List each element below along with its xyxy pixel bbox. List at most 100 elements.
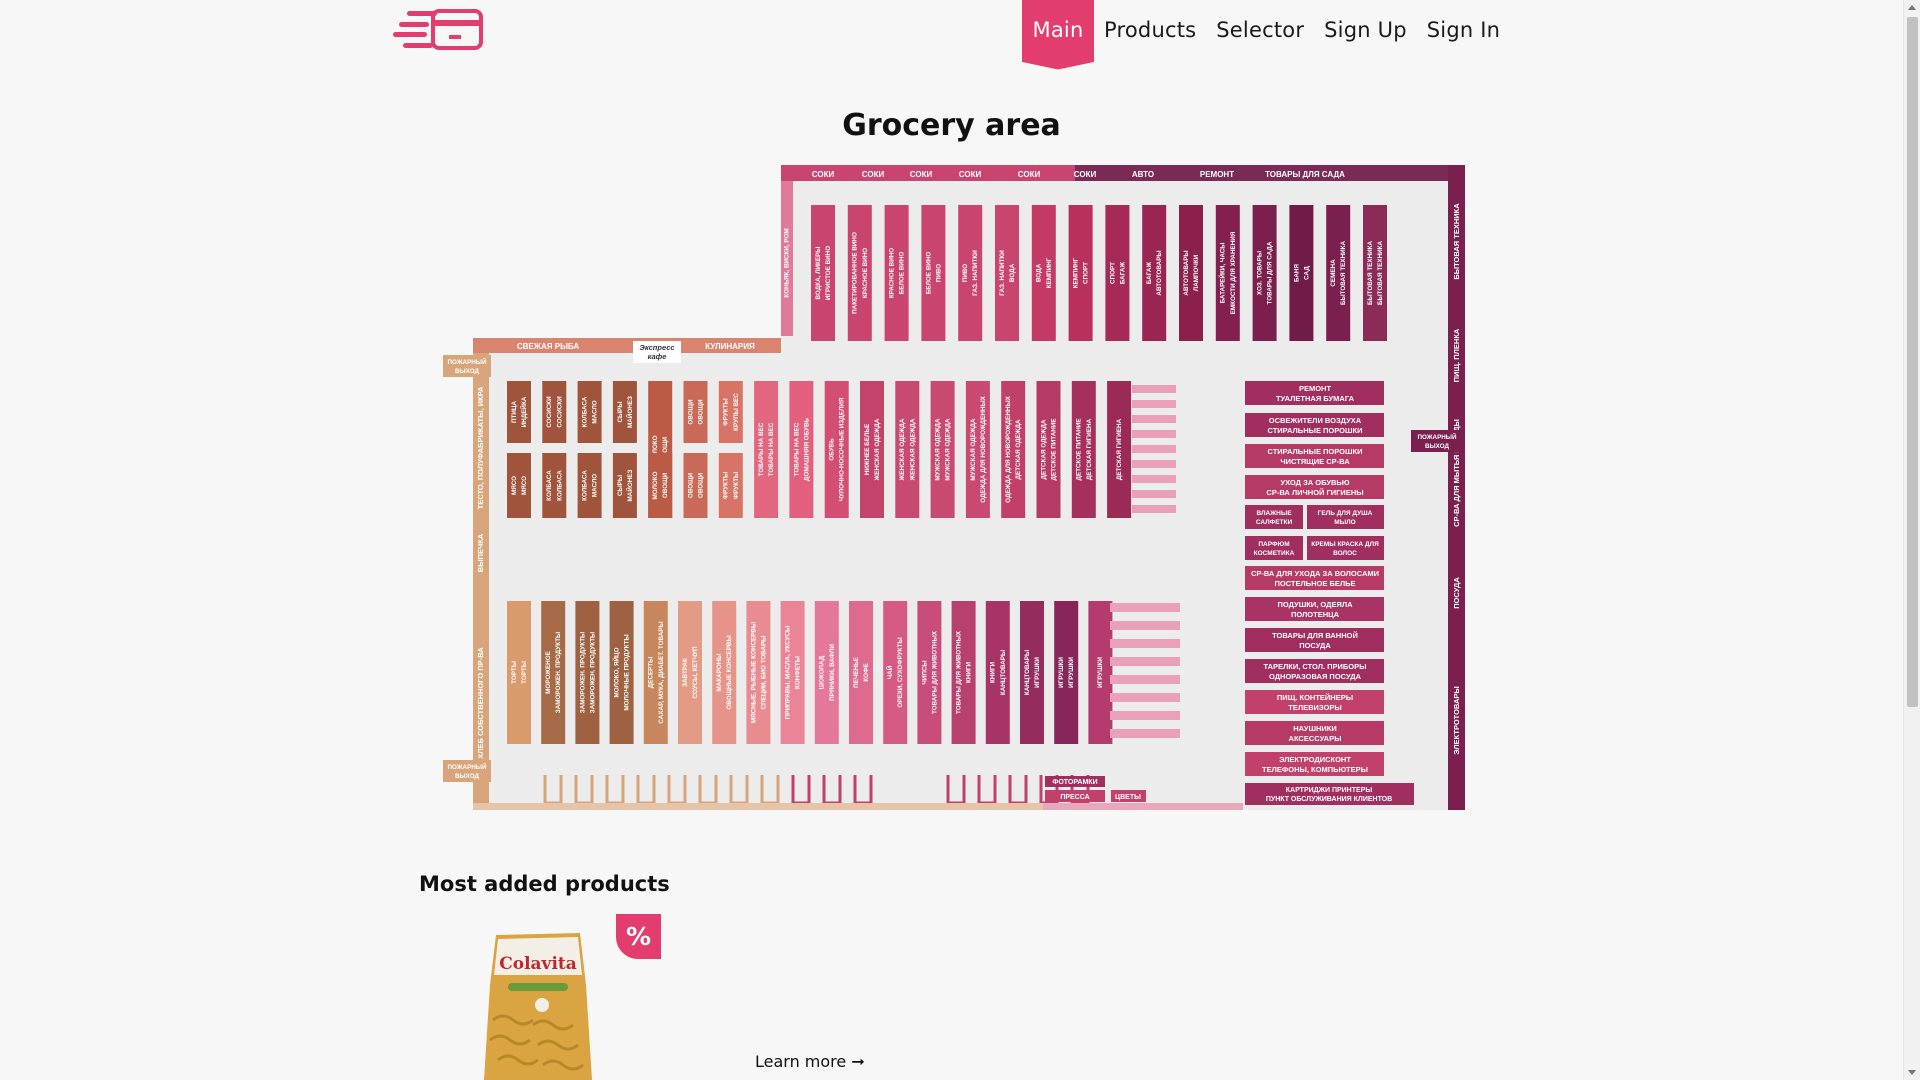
shelf-label: ПИВО	[935, 264, 942, 282]
shelf-label: МУЖСКАЯ ОДЕЖДА	[934, 418, 941, 481]
shelf-label: ПТИЦА	[511, 401, 518, 423]
nav-selector[interactable]: Selector	[1206, 0, 1314, 60]
shelf-label: ДЕТСКАЯ ОДЕЖДА	[1040, 419, 1047, 479]
scroll-down-icon[interactable]	[1908, 1070, 1916, 1075]
top-band-label: СОКИ	[812, 170, 835, 179]
shelf-label: ДЕТСКАЯ ГИГИЕНА	[1086, 418, 1093, 480]
top-band-label: СОКИ	[910, 170, 933, 179]
top-band-label: СОКИ	[1074, 170, 1097, 179]
shelf-label: АВТОТОВАРЫ	[1183, 250, 1190, 295]
shelf-label: СЫРЫ	[617, 401, 624, 422]
nav-main[interactable]: Main	[1022, 0, 1094, 70]
right-block-label: ГЕЛЬ ДЛЯ ДУША	[1318, 510, 1373, 517]
store-map: СОКИ СОКИ СОКИ СОКИ СОКИ СОКИ АВТО РЕМОНТ ТОВАРЫ…	[435, 163, 1465, 810]
shelf-label: ОДЕЖДА ДЛЯ НОВОРОЖДЕННЫХ	[1005, 395, 1012, 502]
shelf-label: КОЛБАСА	[581, 396, 588, 427]
shelf-label: ФРУКТЫ	[723, 472, 730, 499]
right-wall-label: ПИЩ. ПЛЕНКА	[1452, 328, 1461, 382]
display-stripe	[1132, 415, 1176, 423]
shelf-label: БЕЛОЕ ВИНО	[925, 252, 932, 295]
right-wall-label: ЭЛЕКТРОТОВАРЫ	[1452, 686, 1461, 754]
shelf-label: ЗАМОРОЖЕН. ПРОДУКТЫ	[555, 632, 562, 713]
shelf-label: БЫТОВАЯ ТЕХНИКА	[1377, 241, 1384, 305]
right-block-label: ТЕЛЕВИЗОРЫ	[1288, 703, 1341, 712]
display-stripe	[1132, 460, 1176, 468]
shelf-label: ДЕСЕРТЫ	[648, 657, 655, 689]
shelf-label: МОЛОЧНЫЕ ПРОДУКТЫ	[624, 634, 631, 710]
shelf-label: ДЕТСКАЯ ГИГИЕНА	[1116, 418, 1123, 480]
shelf-label: ЗАМОРОЖЕН. ПРОДУКТЫ	[589, 632, 596, 713]
shelf-label: ВОДКА, ЛИКЕРЫ	[815, 247, 822, 300]
shelf-label: МОЛОКО, ЯЙЦО	[611, 647, 620, 697]
shelf-label: ОРЕХИ, СУХОФРУКТЫ	[897, 637, 904, 707]
display-stripe	[1110, 657, 1180, 666]
shelf-label: ИГРУШКИ	[1097, 657, 1104, 688]
shelf-label: СОСИСКИ	[546, 396, 553, 428]
nav-sign-in[interactable]: Sign In	[1417, 0, 1510, 60]
shelf-label: СЕМЕНА	[1330, 259, 1337, 287]
main-nav: Main Products Selector Sign Up Sign In	[1022, 0, 1510, 70]
shelf-label: ИГРУШКИ	[1058, 657, 1065, 688]
shelf-label: КРУПЫ ВЕС	[733, 393, 740, 431]
shelf-label: ВОДА	[1036, 263, 1043, 282]
shelf-label: СОУСЫ, КЕТЧУП	[692, 646, 699, 698]
nav-products[interactable]: Products	[1094, 0, 1206, 60]
shelf-label: ЖЕНСКАЯ ОДЕЖДА	[909, 418, 916, 481]
right-block-label: УХОД ЗА ОБУВЬЮ	[1280, 478, 1349, 487]
right-block-label: ОСВЕЖИТЕЛИ ВОЗДУХА	[1269, 416, 1362, 425]
product-brand: Colavita	[499, 954, 577, 974]
shelf-label: БЫТОВАЯ ТЕХНИКА	[1367, 241, 1374, 305]
shelf-label: МАЙОНЕЗ	[625, 469, 634, 501]
top-band-label: СОКИ	[959, 170, 982, 179]
cafe-label: Экспресс	[639, 343, 675, 352]
product-image[interactable]: Colavita	[478, 925, 598, 1080]
shelf-label: КЕМПИНГ	[1072, 257, 1079, 288]
shelf-label: МЯСО	[511, 476, 518, 495]
scrollbar[interactable]	[1903, 0, 1920, 1080]
shelf-label: БАГАЖ	[1119, 262, 1126, 285]
left-wall-label: ХЛЕБ СОБСТВЕННОГО ПР-ВА	[476, 647, 485, 759]
shelf-label: ОВОЩИ	[687, 472, 694, 498]
shelf-label: МЯСНЫЕ, РЫБНЫЕ КОНСЕРВЫ	[750, 622, 757, 723]
shelf-label: ЖЕНСКАЯ ОДЕЖДА	[874, 418, 881, 481]
shelf-label: ИГРУШКИ	[1068, 657, 1075, 688]
right-block-label: ПАРФЮМ	[1258, 541, 1289, 548]
right-block-label: САЛФЕТКИ	[1256, 519, 1293, 526]
shelf-label: ТОРТЫ	[511, 661, 518, 684]
shelf-label: КОФЕ	[863, 663, 870, 681]
shelf-label: ТОВАРЫ ДЛЯ ЖИВОТНЫХ	[931, 630, 938, 714]
shelf-label: ЧУЛОЧНО-НОСОЧНЫЕ ИЗДЕЛИЯ	[839, 397, 846, 501]
shelf-label: МАСЛО	[592, 474, 599, 497]
shelf-label: КАНЦТОВАРЫ	[1024, 650, 1031, 695]
shelf-label: МУЖСКАЯ ОДЕЖДА	[970, 418, 977, 481]
nav-sign-up[interactable]: Sign Up	[1314, 0, 1417, 60]
right-block-label: ОДНОРАЗОВАЯ ПОСУДА	[1269, 672, 1362, 681]
most-added-title: Most added products	[419, 872, 670, 896]
right-block-label: ТАРЕЛКИ, СТОЛ. ПРИБОРЫ	[1264, 662, 1367, 671]
fire-exit-label: ПОЖАРНЫЙ	[447, 357, 486, 366]
shelf-label: ТОВАРЫ ДЛЯ САДА	[1267, 241, 1274, 304]
right-block-label: ПОДУШКИ, ОДЕЯЛА	[1277, 600, 1353, 609]
scrollbar-thumb[interactable]	[1907, 17, 1918, 707]
shelf-label: САД	[1303, 266, 1310, 280]
shelf-label: ПЕЧЕНЬЕ	[853, 657, 860, 688]
percent-icon: %	[625, 922, 652, 951]
learn-more-link[interactable]: Learn more ➞	[755, 1052, 865, 1071]
shelf-label: ПРЯНИКИ, ВАФЛИ	[829, 644, 836, 701]
shelf-label: МАКАРОНЫ	[716, 654, 723, 692]
display-stripe	[1110, 639, 1180, 648]
display-stripe	[1132, 505, 1176, 513]
logo[interactable]	[393, 8, 485, 52]
shelf-label: КОЛБАСА	[556, 470, 563, 501]
shelf-label: ОВОЩИ	[687, 399, 694, 425]
scroll-up-icon[interactable]	[1908, 5, 1916, 10]
display-stripe	[1132, 430, 1176, 438]
right-block-label: ТУАЛЕТНАЯ БУМАГА	[1276, 394, 1355, 403]
right-block-label: ТОВАРЫ ДЛЯ ВАННОЙ	[1272, 631, 1358, 640]
shelf-label: ТОВАРЫ НА ВЕС	[758, 422, 765, 476]
shelf-label: БЫТОВАЯ ТЕХНИКА	[1340, 241, 1347, 305]
right-block-label: КАРТРИДЖИ ПРИНТЕРЫ	[1286, 787, 1373, 794]
shelf-label: ОДЕЖДА ДЛЯ НОВОРОЖДЕННЫХ	[980, 395, 987, 502]
top-band-label: СОКИ	[862, 170, 885, 179]
display-stripe	[1110, 729, 1180, 738]
